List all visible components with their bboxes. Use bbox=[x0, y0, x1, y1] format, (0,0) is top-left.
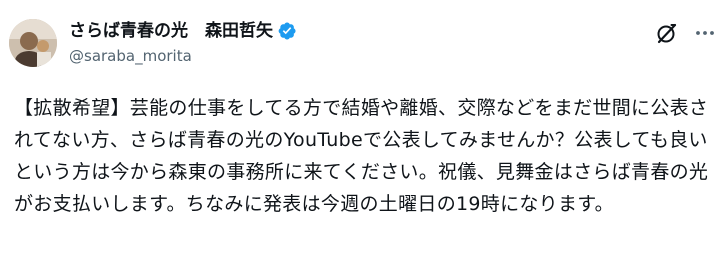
more-options-icon[interactable] bbox=[693, 21, 717, 45]
author-block: さらば青春の光 森田哲矢 @saraba_morita bbox=[69, 19, 297, 66]
verified-badge-icon bbox=[277, 21, 297, 41]
post-card: さらば青春の光 森田哲矢 @saraba_morita 【拡散希望】芸能の仕事を… bbox=[0, 0, 723, 263]
author-display-name[interactable]: さらば青春の光 森田哲矢 bbox=[69, 19, 273, 43]
author-handle[interactable]: @saraba_morita bbox=[69, 46, 297, 66]
post-text: 【拡散希望】芸能の仕事をしてる方で結婚や離婚、交際などをまだ世間に公表されてない… bbox=[14, 97, 709, 215]
grok-icon[interactable] bbox=[655, 21, 679, 45]
avatar[interactable] bbox=[9, 19, 57, 67]
avatar-image bbox=[9, 19, 57, 67]
author-name-row: さらば青春の光 森田哲矢 bbox=[69, 19, 297, 43]
